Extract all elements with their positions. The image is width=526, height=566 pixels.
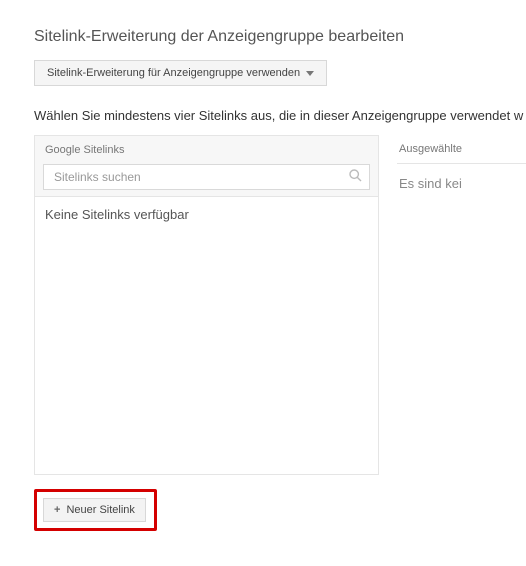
usage-dropdown[interactable]: Sitelink-Erweiterung für Anzeigengruppe … xyxy=(34,60,327,86)
dialog-container: Sitelink-Erweiterung der Anzeigengruppe … xyxy=(0,0,526,531)
selected-panel-header: Ausgewählte xyxy=(397,135,526,164)
new-sitelink-label: Neuer Sitelink xyxy=(66,504,134,516)
dropdown-label: Sitelink-Erweiterung für Anzeigengruppe … xyxy=(47,67,300,79)
available-empty-text: Keine Sitelinks verfügbar xyxy=(45,207,368,222)
search-box xyxy=(43,164,370,190)
search-input[interactable] xyxy=(43,164,370,190)
search-wrap xyxy=(35,164,378,196)
available-panel-header: Google Sitelinks xyxy=(35,136,378,164)
chevron-down-icon xyxy=(306,67,314,79)
selected-panel: Ausgewählte Es sind kei xyxy=(397,135,526,475)
page-title: Sitelink-Erweiterung der Anzeigengruppe … xyxy=(34,28,526,46)
plus-icon: + xyxy=(54,504,60,516)
selected-empty-text: Es sind kei xyxy=(397,164,526,191)
available-list: Keine Sitelinks verfügbar xyxy=(35,196,378,474)
columns: Google Sitelinks Keine Sitelinks verfügb… xyxy=(34,135,526,475)
new-sitelink-button[interactable]: + Neuer Sitelink xyxy=(43,498,146,522)
highlight-box: + Neuer Sitelink xyxy=(34,489,157,531)
available-panel: Google Sitelinks Keine Sitelinks verfügb… xyxy=(34,135,379,475)
instruction-text: Wählen Sie mindestens vier Sitelinks aus… xyxy=(34,108,526,123)
